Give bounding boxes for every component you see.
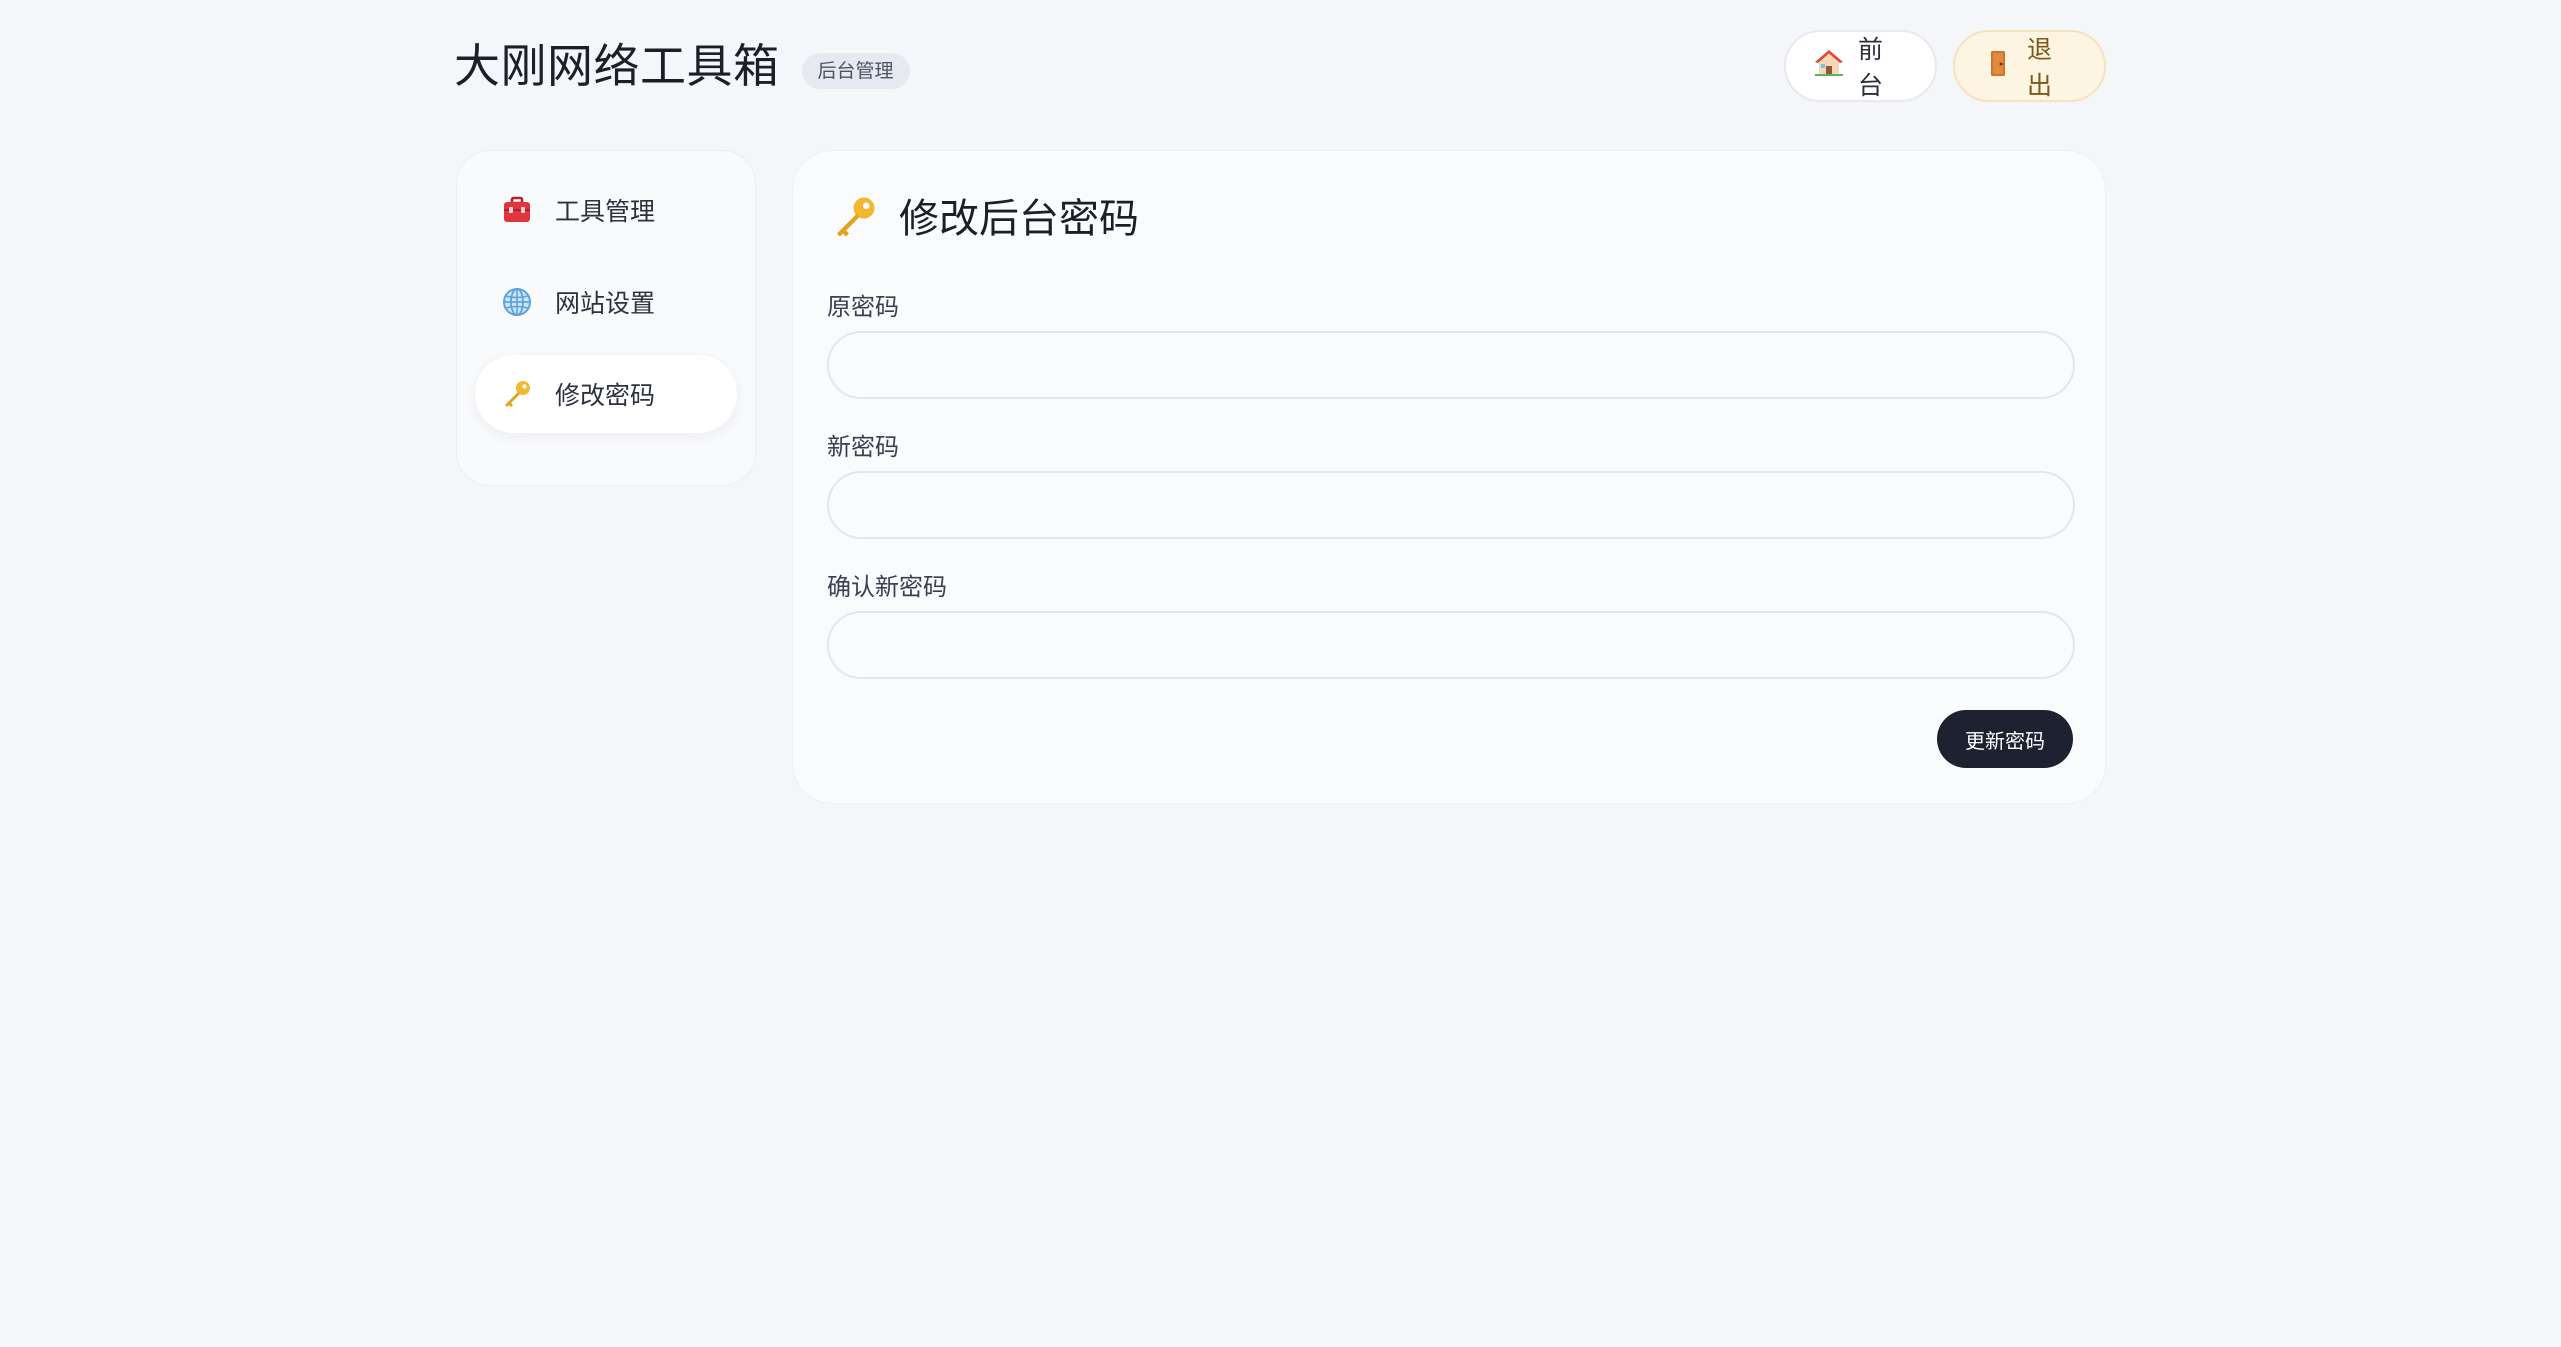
sidebar: 工具管理 网站设置 修改密码 (456, 150, 756, 486)
exit-button[interactable]: 退出 (1953, 30, 2106, 102)
sidebar-item-change-password[interactable]: 修改密码 (475, 355, 737, 433)
top-header: 大刚网络工具箱 后台管理 前台 退出 (454, 30, 2106, 102)
globe-icon (501, 286, 533, 318)
key-icon (831, 193, 879, 245)
key-icon (501, 378, 533, 410)
brand: 大刚网络工具箱 后台管理 (454, 36, 910, 96)
exit-button-label: 退出 (2027, 35, 2053, 100)
house-icon (1814, 48, 1844, 84)
sidebar-item-label: 工具管理 (555, 197, 656, 226)
sidebar-item-tools[interactable]: 工具管理 (475, 171, 737, 249)
page-title: 修改后台密码 (899, 196, 1139, 242)
door-icon (1983, 48, 2013, 84)
update-password-button[interactable]: 更新密码 (1937, 710, 2073, 768)
change-password-card: 修改后台密码 原密码 新密码 确认新密码 更新密码 (792, 150, 2106, 804)
sidebar-item-label: 修改密码 (555, 381, 656, 410)
password-form: 原密码 新密码 确认新密码 (827, 289, 2075, 709)
confirm-password-label: 确认新密码 (827, 573, 947, 601)
header-actions: 前台 退出 (1784, 30, 2106, 102)
toolbox-icon (501, 194, 533, 226)
new-password-label: 新密码 (827, 433, 899, 461)
front-button[interactable]: 前台 (1784, 30, 1937, 102)
old-password-input[interactable] (827, 331, 2075, 399)
new-password-input[interactable] (827, 471, 2075, 539)
admin-badge: 后台管理 (801, 53, 910, 89)
confirm-password-input[interactable] (827, 611, 2075, 679)
sidebar-item-site-settings[interactable]: 网站设置 (475, 263, 737, 341)
old-password-label: 原密码 (827, 293, 899, 321)
app-title: 大刚网络工具箱 (454, 39, 780, 93)
front-button-label: 前台 (1858, 35, 1884, 100)
card-header: 修改后台密码 (831, 191, 1139, 247)
sidebar-item-label: 网站设置 (555, 289, 656, 318)
